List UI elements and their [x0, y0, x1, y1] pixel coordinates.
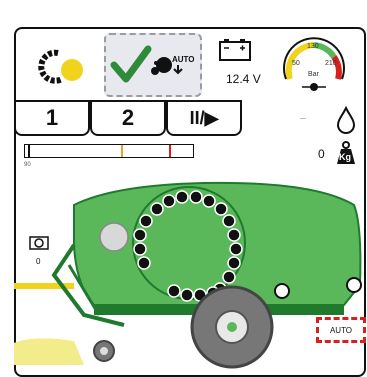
battery-voltage: 12.4 V [226, 72, 261, 86]
tab-2[interactable]: 2 [90, 100, 166, 136]
tab-1[interactable]: 1 [14, 100, 90, 136]
auto-lube-icon [110, 45, 183, 83]
battery-indicator: 12.4 V [214, 36, 278, 92]
oil-drop-icon [336, 106, 356, 134]
auto-zone-label: AUTO [329, 325, 353, 335]
tab-play-pause[interactable]: II/▶ [166, 100, 242, 136]
pressure-gauge: 50 130 210 Bar [280, 31, 348, 99]
chain-lube-tile[interactable] [18, 31, 102, 99]
progress-marker-red [169, 145, 171, 157]
progress-marker-left [28, 145, 30, 157]
bale-progress-scale [24, 144, 194, 158]
weight-value: 0 [318, 147, 325, 161]
chain-sprocket-icon [38, 49, 83, 84]
tab-play-pause-label: II/▶ [189, 107, 219, 128]
weight-icon: Kg [333, 140, 359, 166]
gauge-label-mid: 130 [307, 43, 319, 50]
auto-lube-mode-label: AUTO [172, 55, 195, 64]
tab-2-label: 2 [121, 105, 135, 130]
dashes-readout: --- [300, 116, 306, 122]
auto-zone-indicator: AUTO [316, 317, 366, 343]
tab-1-label: 1 [45, 105, 59, 130]
progress-marker-orange [121, 145, 123, 157]
battery-icon [219, 39, 251, 61]
gauge-label-high: 210 [325, 60, 337, 67]
weight-unit: Kg [339, 152, 351, 162]
gauge-unit: Bar [308, 71, 319, 78]
baler-illustration [14, 181, 362, 369]
gauge-label-low: 50 [292, 60, 300, 67]
pressure-gauge-icon [283, 37, 345, 91]
auto-lube-tile[interactable]: AUTO [104, 33, 202, 97]
